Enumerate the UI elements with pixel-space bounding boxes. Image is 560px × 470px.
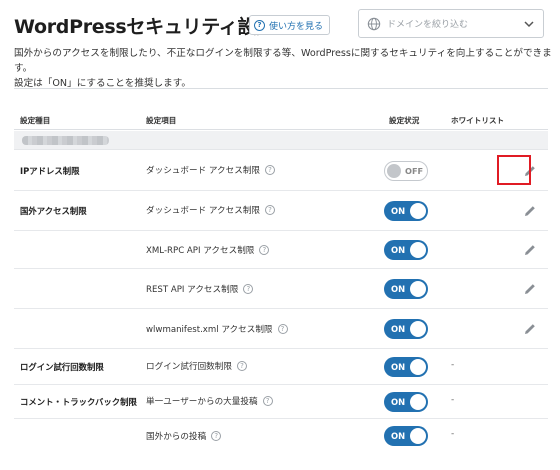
chevron-down-icon: [524, 20, 534, 27]
toggle-label: ON: [391, 324, 406, 334]
row-item: ダッシュボード アクセス制限 ?: [146, 164, 276, 176]
table-row: コメント・トラックバック制限 単一ユーザーからの大量投稿 ? ON -: [14, 385, 548, 419]
table-row: XML-RPC API アクセス制限 ? ON: [14, 231, 548, 269]
row-item-label: ダッシュボード アクセス制限: [146, 206, 261, 216]
pencil-icon[interactable]: [523, 204, 537, 218]
status-toggle[interactable]: ON: [384, 426, 428, 446]
column-header-category: 設定種目: [20, 116, 51, 125]
domain-filter-select[interactable]: ドメインを絞り込む: [358, 9, 544, 38]
question-circle-icon: ?: [254, 19, 265, 31]
status-toggle[interactable]: ON: [384, 319, 428, 339]
row-item: wlwmanifest.xml アクセス制限 ?: [146, 323, 288, 335]
question-circle-icon[interactable]: ?: [265, 205, 276, 215]
row-item: ダッシュボード アクセス制限 ?: [146, 204, 276, 216]
question-circle-icon[interactable]: ?: [259, 245, 270, 255]
column-header-whitelist: ホワイトリスト: [451, 116, 505, 125]
page-description: 国外からのアクセスを制限したり、不正なログインを制限する等、WordPressに…: [14, 46, 554, 91]
question-circle-icon[interactable]: ?: [236, 361, 247, 371]
whitelist-empty: -: [451, 360, 455, 370]
divider: [14, 88, 548, 89]
toggle-knob: [387, 164, 401, 178]
toggle-knob: [410, 394, 426, 410]
toggle-knob: [410, 242, 426, 258]
row-item-label: 単一ユーザーからの大量投稿: [146, 397, 258, 407]
toggle-knob: [410, 321, 426, 337]
question-circle-icon[interactable]: ?: [211, 431, 222, 441]
status-toggle[interactable]: ON: [384, 279, 428, 299]
toggle-knob: [410, 359, 426, 375]
whitelist-empty: -: [451, 429, 455, 439]
row-item-label: REST API アクセス制限: [146, 285, 239, 295]
page-header: WordPressセキュリティ設定 ? 使い方を見る ドメインを絞り込む: [0, 0, 560, 44]
toggle-label: ON: [391, 431, 406, 441]
table-row: 国外からの投稿 ? ON -: [14, 419, 548, 453]
row-item-label: wlwmanifest.xml アクセス制限: [146, 325, 273, 335]
domain-group-row: [14, 131, 548, 150]
status-toggle[interactable]: ON: [384, 392, 428, 412]
table-row: 国外アクセス制限 ダッシュボード アクセス制限 ? ON: [14, 191, 548, 231]
toggle-label: ON: [391, 397, 406, 407]
question-circle-icon[interactable]: ?: [243, 284, 254, 294]
toggle-label: ON: [391, 245, 406, 255]
question-circle-icon[interactable]: ?: [265, 165, 276, 175]
row-item-label: ダッシュボード アクセス制限: [146, 166, 261, 176]
pencil-icon[interactable]: [523, 243, 537, 257]
help-button[interactable]: ? 使い方を見る: [249, 15, 331, 35]
table-row: IPアドレス制限 ダッシュボード アクセス制限 ? OFF: [14, 151, 548, 191]
row-item: 国外からの投稿 ?: [146, 430, 222, 442]
row-item: XML-RPC API アクセス制限 ?: [146, 244, 270, 256]
toggle-label: ON: [391, 284, 406, 294]
domain-filter-placeholder: ドメインを絞り込む: [387, 20, 469, 30]
page-title: WordPressセキュリティ設定: [14, 16, 275, 38]
table-row: wlwmanifest.xml アクセス制限 ? ON: [14, 309, 548, 349]
row-category: IPアドレス制限: [20, 166, 80, 176]
table-row: REST API アクセス制限 ? ON: [14, 269, 548, 309]
status-toggle[interactable]: OFF: [384, 161, 428, 181]
column-header-item: 設定項目: [146, 116, 177, 125]
help-button-label: 使い方を見る: [269, 21, 324, 32]
description-line-1: 国外からのアクセスを制限したり、不正なログインを制限する等、WordPressに…: [14, 48, 552, 74]
toggle-label: ON: [391, 206, 406, 216]
row-item: ログイン試行回数制限 ?: [146, 360, 247, 372]
status-toggle[interactable]: ON: [384, 201, 428, 221]
pencil-icon[interactable]: [523, 282, 537, 296]
row-category: 国外アクセス制限: [20, 206, 87, 216]
edit-highlight-box: [497, 155, 531, 185]
toggle-knob: [410, 281, 426, 297]
row-item-label: XML-RPC API アクセス制限: [146, 246, 255, 256]
question-circle-icon[interactable]: ?: [262, 396, 273, 406]
row-item: REST API アクセス制限 ?: [146, 283, 254, 295]
pencil-icon[interactable]: [523, 322, 537, 336]
row-item: 単一ユーザーからの大量投稿 ?: [146, 395, 273, 407]
column-header-status: 設定状況: [389, 116, 420, 125]
row-item-label: ログイン試行回数制限: [146, 362, 232, 372]
globe-icon: [367, 17, 381, 30]
table-row: ログイン試行回数制限 ログイン試行回数制限 ? ON -: [14, 349, 548, 385]
row-item-label: 国外からの投稿: [146, 432, 207, 442]
row-category: ログイン試行回数制限: [20, 362, 104, 372]
row-category: コメント・トラックバック制限: [20, 397, 137, 407]
status-toggle[interactable]: ON: [384, 357, 428, 377]
toggle-knob: [410, 428, 426, 444]
whitelist-empty: -: [451, 395, 455, 405]
toggle-knob: [410, 203, 426, 219]
blurred-domain-name: [22, 136, 109, 145]
status-toggle[interactable]: ON: [384, 240, 428, 260]
question-circle-icon[interactable]: ?: [277, 324, 288, 334]
toggle-label: OFF: [405, 166, 424, 176]
table-header: 設定種目 設定項目 設定状況 ホワイトリスト: [14, 110, 548, 130]
toggle-label: ON: [391, 362, 406, 372]
